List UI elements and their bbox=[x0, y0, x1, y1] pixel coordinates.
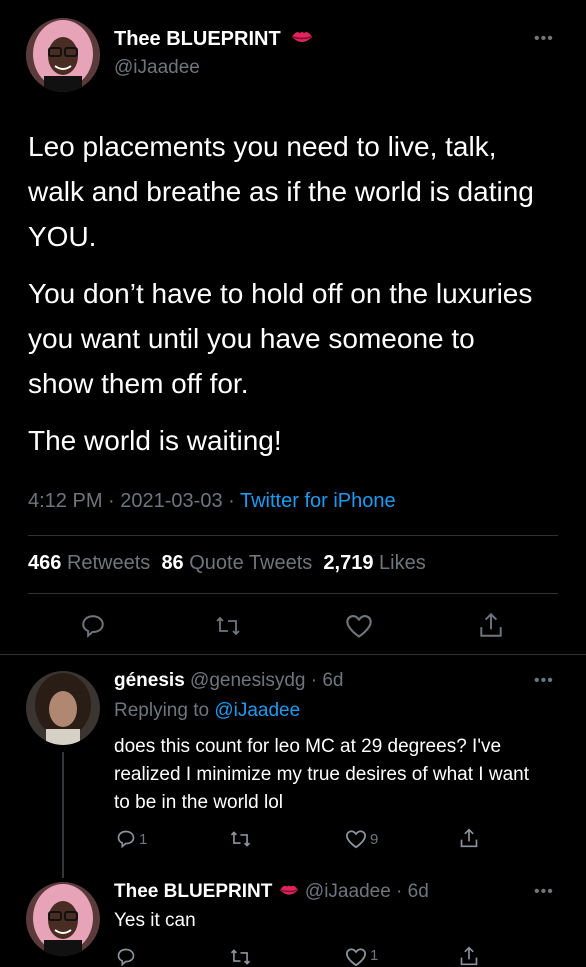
reply-header: génesis @genesisydg · 6d bbox=[114, 667, 344, 695]
reply-icon[interactable] bbox=[116, 829, 136, 849]
meta-separator: · bbox=[102, 490, 121, 512]
reply-header: Thee BLUEPRINT @iJaadee · 6d bbox=[114, 878, 429, 909]
like-count: 9 bbox=[370, 831, 379, 848]
retweets-label: Retweets bbox=[66, 552, 151, 574]
reply-icon[interactable] bbox=[116, 947, 136, 967]
reply-count: 1 bbox=[139, 831, 148, 848]
avatar[interactable] bbox=[26, 671, 100, 745]
reply-age[interactable]: 6d bbox=[408, 881, 429, 902]
display-name[interactable]: génesis bbox=[114, 670, 185, 691]
display-name[interactable]: Thee BLUEPRINT bbox=[114, 881, 272, 902]
retweet-icon[interactable] bbox=[229, 947, 252, 967]
author-handle[interactable]: @iJaadee bbox=[305, 881, 391, 902]
thread-line bbox=[62, 752, 64, 878]
like-icon[interactable] bbox=[345, 613, 373, 639]
reply-text: Yes it can bbox=[114, 910, 196, 931]
tweet-text: Leo placements you need to live, talk, w… bbox=[28, 124, 538, 463]
tweet-time[interactable]: 4:12 PM bbox=[28, 490, 102, 512]
quote-label: Quote Tweets bbox=[189, 552, 313, 574]
avatar[interactable] bbox=[26, 882, 100, 956]
likes-count: 2,719 bbox=[323, 552, 374, 574]
likes-stat[interactable]: 2,719 Likes bbox=[323, 552, 425, 574]
share-icon[interactable] bbox=[459, 827, 479, 849]
avatar[interactable] bbox=[26, 18, 100, 92]
divider bbox=[0, 654, 586, 655]
quote-tweets-stat[interactable]: 86 Quote Tweets bbox=[161, 552, 312, 574]
share-icon[interactable] bbox=[459, 945, 479, 967]
more-icon[interactable]: ••• bbox=[534, 30, 554, 48]
share-icon[interactable] bbox=[478, 611, 504, 639]
more-icon[interactable]: ••• bbox=[534, 672, 554, 690]
author-handle[interactable]: @genesisydg bbox=[190, 670, 305, 691]
lips-emoji bbox=[290, 28, 314, 54]
reply-icon[interactable] bbox=[80, 613, 106, 639]
tweet-stats: 466 Retweets 86 Quote Tweets 2,719 Likes bbox=[28, 552, 426, 575]
more-icon[interactable]: ••• bbox=[534, 883, 554, 901]
avatar-image bbox=[26, 671, 100, 745]
lips-emoji bbox=[278, 881, 300, 909]
quote-count: 86 bbox=[161, 552, 184, 574]
reply-text: does this count for leo MC at 29 degrees… bbox=[114, 736, 529, 813]
like-icon[interactable] bbox=[345, 947, 367, 967]
like-count: 1 bbox=[370, 947, 379, 964]
divider bbox=[28, 535, 558, 536]
retweet-icon[interactable] bbox=[214, 613, 242, 639]
tweet-paragraph: You don’t have to hold off on the luxuri… bbox=[28, 278, 533, 399]
meta-separator: · bbox=[390, 881, 408, 902]
avatar-image bbox=[26, 882, 100, 956]
meta-separator: · bbox=[222, 490, 240, 512]
avatar-image bbox=[26, 18, 100, 92]
replying-prefix: Replying to bbox=[114, 700, 210, 721]
reply-age[interactable]: 6d bbox=[322, 670, 343, 691]
retweet-icon[interactable] bbox=[229, 829, 252, 849]
tweet-meta: 4:12 PM · 2021-03-03 · Twitter for iPhon… bbox=[28, 490, 396, 513]
like-icon[interactable] bbox=[345, 829, 367, 849]
replying-to: Replying to @iJaadee bbox=[114, 697, 300, 725]
replying-handle-link[interactable]: @iJaadee bbox=[214, 700, 300, 721]
tweet-date[interactable]: 2021-03-03 bbox=[120, 490, 222, 512]
author-name[interactable]: Thee BLUEPRINT bbox=[114, 28, 314, 54]
retweets-count: 466 bbox=[28, 552, 62, 574]
retweets-stat[interactable]: 466 Retweets bbox=[28, 552, 150, 574]
author-handle[interactable]: @iJaadee bbox=[114, 57, 200, 79]
display-name[interactable]: Thee BLUEPRINT bbox=[114, 28, 281, 50]
meta-separator: · bbox=[305, 670, 323, 691]
tweet-paragraph: The world is waiting! bbox=[28, 425, 282, 456]
divider bbox=[28, 593, 558, 594]
likes-label: Likes bbox=[379, 552, 426, 574]
tweet-source-link[interactable]: Twitter for iPhone bbox=[240, 490, 396, 512]
tweet-paragraph: Leo placements you need to live, talk, w… bbox=[28, 131, 534, 252]
